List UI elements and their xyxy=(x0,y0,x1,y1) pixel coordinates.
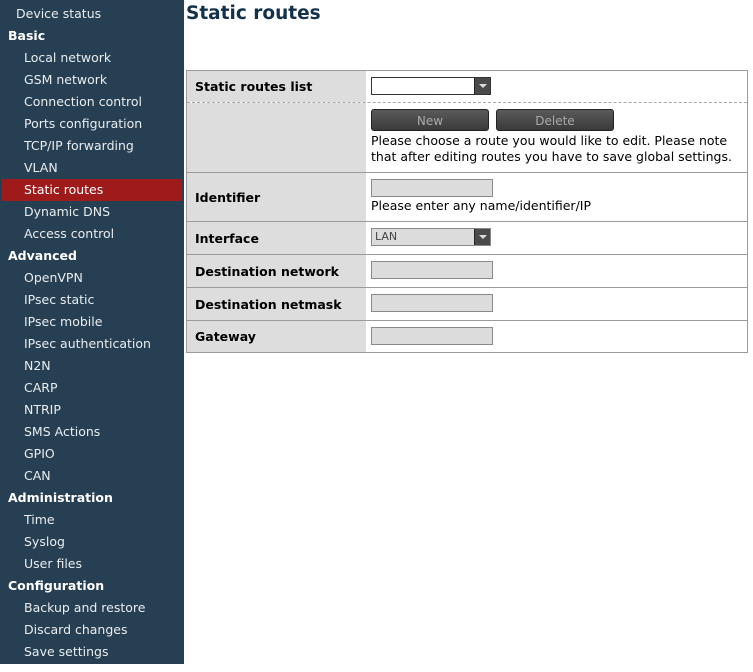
sidebar-item-n2n[interactable]: N2N xyxy=(2,355,182,377)
sidebar-item-discard-changes[interactable]: Discard changes xyxy=(2,619,182,641)
sidebar-item-save-settings[interactable]: Save settings xyxy=(2,641,182,663)
sidebar-item-ipsec-mobile[interactable]: IPsec mobile xyxy=(2,311,182,333)
page-title: Static routes xyxy=(186,3,321,24)
sidebar-section-administration: Administration xyxy=(8,490,113,505)
sidebar-item-static-routes[interactable]: Static routes xyxy=(2,179,182,201)
row-static-routes-list: Static routes list xyxy=(187,71,747,102)
sidebar-item-ipsec-authentication[interactable]: IPsec authentication xyxy=(2,333,182,355)
identifier-hint: Please enter any name/identifier/IP xyxy=(371,198,592,213)
delete-button[interactable]: Delete xyxy=(495,109,614,131)
gateway-input[interactable] xyxy=(371,327,493,345)
sidebar-item-ipsec-static[interactable]: IPsec static xyxy=(2,289,182,311)
sidebar-item-carp[interactable]: CARP xyxy=(2,377,182,399)
sidebar-section-advanced: Advanced xyxy=(8,248,77,263)
sidebar-item-local-network[interactable]: Local network xyxy=(2,47,182,69)
destination-netmask-label: Destination netmask xyxy=(187,288,366,320)
new-button[interactable]: New xyxy=(371,109,489,131)
sidebar-item-gsm-network[interactable]: GSM network xyxy=(2,69,182,91)
sidebar-item-device-status[interactable]: Device status xyxy=(2,3,182,25)
sidebar-item-user-files[interactable]: User files xyxy=(2,553,182,575)
sidebar-item-dynamic-dns[interactable]: Dynamic DNS xyxy=(2,201,182,223)
row-destination-network: Destination network xyxy=(187,254,747,287)
identifier-input[interactable] xyxy=(371,179,493,197)
static-routes-form: Static routes list New Delete Please cho… xyxy=(186,70,748,353)
static-routes-list-select[interactable] xyxy=(371,77,491,95)
row-route-actions: New Delete Please choose a route you wou… xyxy=(187,102,747,172)
destination-network-label: Destination network xyxy=(187,255,366,287)
sidebar-item-time[interactable]: Time xyxy=(2,509,182,531)
interface-select[interactable]: LAN xyxy=(371,228,491,246)
row-identifier: Identifier Please enter any name/identif… xyxy=(187,172,747,221)
chevron-down-icon xyxy=(474,229,490,245)
row-gateway: Gateway xyxy=(187,320,747,352)
sidebar: Device status Basic Local network GSM netwo… xyxy=(0,0,184,664)
static-routes-list-label: Static routes list xyxy=(187,71,366,102)
sidebar-item-can[interactable]: CAN xyxy=(2,465,182,487)
interface-label: Interface xyxy=(187,222,366,254)
sidebar-item-connection-control[interactable]: Connection control xyxy=(2,91,182,113)
row-destination-netmask: Destination netmask xyxy=(187,287,747,320)
destination-netmask-input[interactable] xyxy=(371,294,493,312)
row-interface: Interface LAN xyxy=(187,221,747,254)
sidebar-item-gpio[interactable]: GPIO xyxy=(2,443,182,465)
sidebar-item-openvpn[interactable]: OpenVPN xyxy=(2,267,182,289)
destination-network-input[interactable] xyxy=(371,261,493,279)
interface-value: LAN xyxy=(375,230,398,243)
sidebar-item-ntrip[interactable]: NTRIP xyxy=(2,399,182,421)
sidebar-item-vlan[interactable]: VLAN xyxy=(2,157,182,179)
sidebar-item-tcp-ip-forwarding[interactable]: TCP/IP forwarding xyxy=(2,135,182,157)
sidebar-item-backup-and-restore[interactable]: Backup and restore xyxy=(2,597,182,619)
sidebar-section-basic: Basic xyxy=(8,28,46,43)
gateway-label: Gateway xyxy=(187,321,366,352)
sidebar-item-access-control[interactable]: Access control xyxy=(2,223,182,245)
chevron-down-icon xyxy=(474,78,490,94)
routes-hint: Please choose a route you would like to … xyxy=(371,133,732,164)
sidebar-section-configuration: Configuration xyxy=(8,578,105,593)
sidebar-item-syslog[interactable]: Syslog xyxy=(2,531,182,553)
identifier-label: Identifier xyxy=(187,173,366,221)
sidebar-item-ports-configuration[interactable]: Ports configuration xyxy=(2,113,182,135)
sidebar-item-sms-actions[interactable]: SMS Actions xyxy=(2,421,182,443)
